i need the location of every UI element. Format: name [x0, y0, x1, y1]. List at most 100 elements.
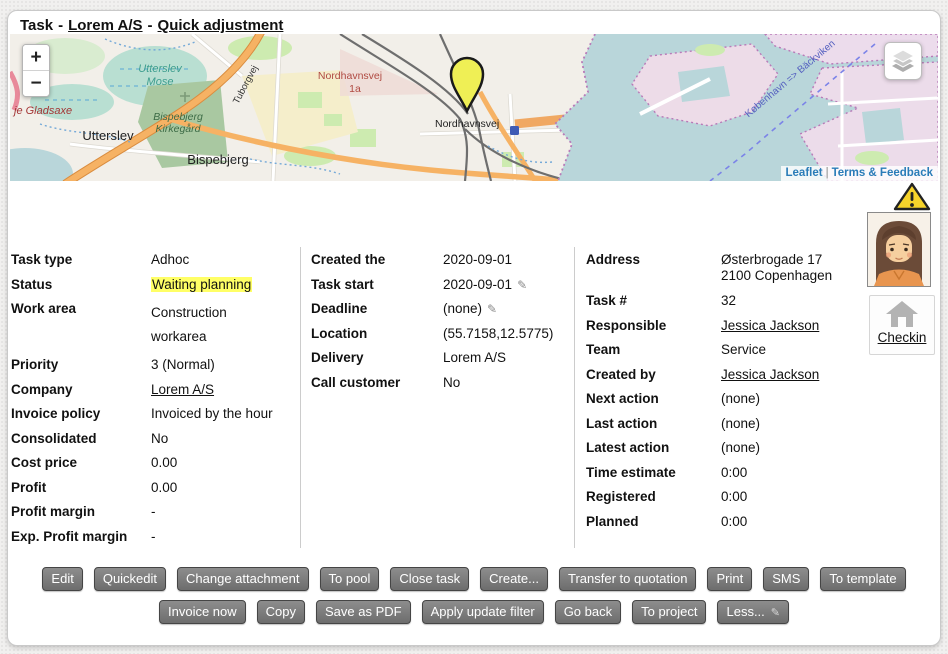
warning-triangle-icon	[892, 181, 932, 213]
map-label-cemetery: Kirkegård	[156, 123, 202, 135]
field-label: Work area	[11, 301, 151, 318]
responsible-avatar[interactable]	[867, 212, 931, 287]
field-label: Company	[11, 382, 151, 399]
field-value: No	[443, 375, 569, 392]
breadcrumb-company-link[interactable]: Lorem A/S	[68, 17, 142, 34]
responsible-link[interactable]: Jessica Jackson	[721, 318, 819, 333]
field-label: Location	[311, 326, 443, 343]
edit-pencil-icon: ✎	[771, 607, 780, 619]
field-label: Team	[586, 342, 721, 359]
field-label: Next action	[586, 391, 721, 408]
to-template-button[interactable]: To template	[820, 567, 905, 591]
field-label: Registered	[586, 489, 721, 506]
field-next-action: Next action (none)	[586, 391, 864, 408]
quickedit-button[interactable]: Quickedit	[94, 567, 166, 591]
field-value: -	[151, 504, 295, 521]
field-value: (none)	[721, 440, 864, 457]
field-latest-action: Latest action (none)	[586, 440, 864, 457]
details-right-column: Address Østerbrogade 17 2100 Copenhagen …	[586, 252, 864, 538]
field-value: 2020-09-01	[443, 277, 512, 292]
field-value: 2020-09-01	[443, 252, 569, 269]
close-task-button[interactable]: Close task	[390, 567, 469, 591]
field-label: Invoice policy	[11, 406, 151, 423]
created-by-link[interactable]: Jessica Jackson	[721, 367, 819, 382]
field-consolidated: Consolidated No	[11, 431, 295, 448]
leaflet-link[interactable]: Leaflet	[786, 167, 823, 179]
field-label: Deadline	[311, 301, 443, 318]
field-label: Cost price	[11, 455, 151, 472]
terms-feedback-link[interactable]: Terms & Feedback	[832, 167, 933, 179]
field-last-action: Last action (none)	[586, 416, 864, 433]
field-value: (55.7158,12.5775)	[443, 326, 569, 343]
less-button-label: Less...	[726, 604, 764, 619]
field-time-estimate: Time estimate 0:00	[586, 465, 864, 482]
field-value: 0.00	[151, 455, 295, 472]
field-value: Østerbrogade 17 2100 Copenhagen	[721, 252, 864, 284]
edit-button[interactable]: Edit	[42, 567, 82, 591]
sms-button[interactable]: SMS	[763, 567, 809, 591]
field-label: Task #	[586, 293, 721, 310]
field-value: 0:00	[721, 489, 864, 506]
map-tiles: Utterslev Mose Bispebjerg Kirkegård Utte…	[10, 34, 938, 181]
field-value: (none)	[443, 301, 482, 316]
apply-update-filter-button[interactable]: Apply update filter	[422, 600, 544, 624]
change-attachment-button[interactable]: Change attachment	[177, 567, 308, 591]
field-label: Created by	[586, 367, 721, 384]
transfer-to-quotation-button[interactable]: Transfer to quotation	[559, 567, 696, 591]
field-label: Task start	[311, 277, 443, 294]
avatar-illustration	[868, 213, 930, 286]
column-divider	[300, 247, 301, 548]
field-value: Service	[721, 342, 864, 359]
field-label: Last action	[586, 416, 721, 433]
map-label-nordhavnsvej-1a: Nordhavnsvej	[318, 70, 382, 82]
checkin-label: Checkin	[878, 330, 927, 345]
field-registered: Registered 0:00	[586, 489, 864, 506]
invoice-now-button[interactable]: Invoice now	[159, 600, 246, 624]
field-exp-profit-margin: Exp. Profit margin -	[11, 529, 295, 546]
field-value: 3 (Normal)	[151, 357, 295, 374]
copy-button[interactable]: Copy	[257, 600, 305, 624]
less-button[interactable]: Less... ✎	[717, 600, 789, 624]
map[interactable]: Utterslev Mose Bispebjerg Kirkegård Utte…	[10, 34, 938, 181]
field-work-area: Work area Construction workarea	[11, 301, 295, 349]
zoom-in-button[interactable]: +	[23, 45, 49, 71]
map-label-nordhavnsvej-1a: 1a	[349, 83, 361, 95]
save-as-pdf-button[interactable]: Save as PDF	[316, 600, 411, 624]
zoom-out-button[interactable]: −	[23, 71, 49, 96]
layers-icon	[890, 48, 916, 74]
map-layers-button[interactable]	[884, 42, 922, 80]
field-value: 0.00	[151, 480, 295, 497]
field-value: Adhoc	[151, 252, 295, 269]
field-invoice-policy: Invoice policy Invoiced by the hour	[11, 406, 295, 423]
to-pool-button[interactable]: To pool	[320, 567, 380, 591]
field-label: Responsible	[586, 318, 721, 335]
breadcrumb: Task-Lorem A/S-Quick adjustment	[20, 17, 283, 34]
field-address: Address Østerbrogade 17 2100 Copenhagen	[586, 252, 864, 284]
map-graphics	[10, 34, 938, 181]
map-attribution: Leaflet|Terms & Feedback	[781, 166, 939, 181]
edit-pencil-icon[interactable]: ✎	[517, 278, 527, 292]
field-value: Invoiced by the hour	[151, 406, 295, 423]
go-back-button[interactable]: Go back	[555, 600, 621, 624]
map-label-utterslev-mose: Utterslev	[138, 63, 183, 75]
create-button[interactable]: Create...	[480, 567, 548, 591]
print-button[interactable]: Print	[707, 567, 752, 591]
column-divider	[574, 247, 575, 548]
field-value: 0:00	[721, 465, 864, 482]
company-link[interactable]: Lorem A/S	[151, 382, 214, 397]
status-badge: Waiting planning	[151, 277, 252, 292]
breadcrumb-separator: -	[58, 17, 63, 34]
field-label: Consolidated	[11, 431, 151, 448]
field-label: Task type	[11, 252, 151, 269]
field-label: Exp. Profit margin	[11, 529, 151, 546]
field-label: Time estimate	[586, 465, 721, 482]
field-label: Latest action	[586, 440, 721, 457]
breadcrumb-current-link[interactable]: Quick adjustment	[158, 17, 284, 34]
field-value: (none)	[721, 416, 864, 433]
checkin-button[interactable]: Checkin	[869, 295, 935, 355]
edit-pencil-icon[interactable]: ✎	[487, 302, 497, 316]
attribution-divider: |	[826, 167, 829, 179]
field-value: 0:00	[721, 514, 864, 531]
field-task-type: Task type Adhoc	[11, 252, 295, 269]
to-project-button[interactable]: To project	[632, 600, 706, 624]
